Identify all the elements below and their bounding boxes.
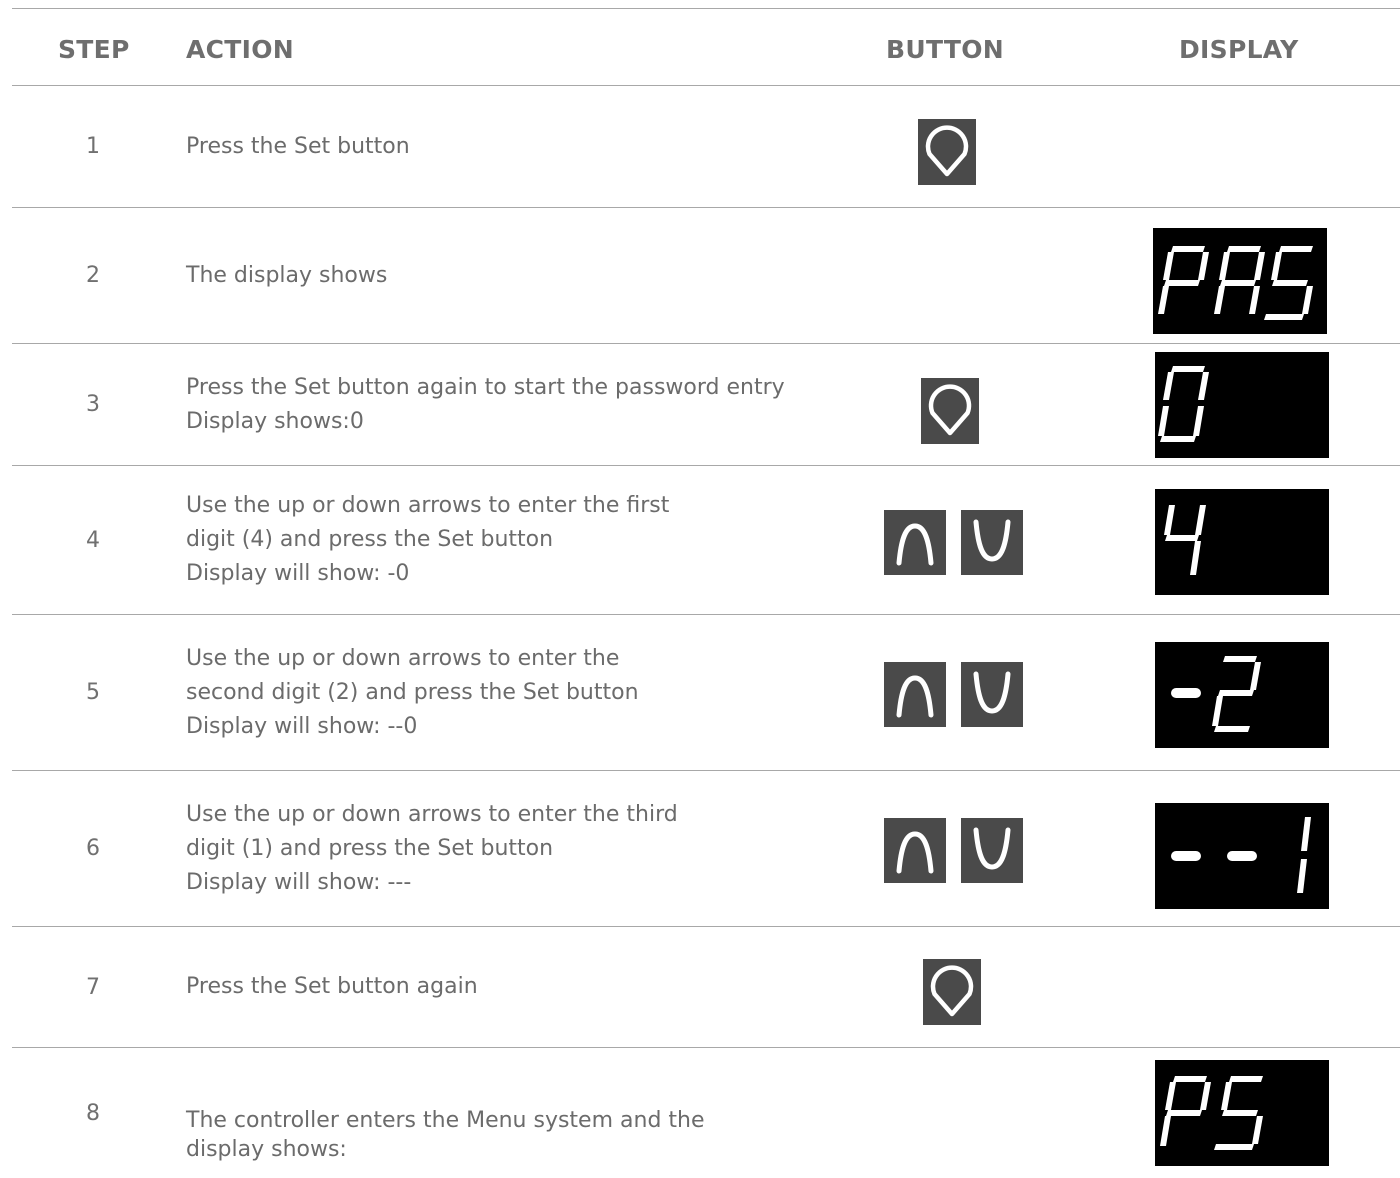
step-number: 5: [86, 680, 100, 705]
led-display-pas: [1153, 228, 1327, 334]
step-number: 6: [86, 836, 100, 861]
table-header: STEP ACTION BUTTON DISPLAY: [12, 9, 1400, 86]
step-number: 8: [86, 1100, 100, 1126]
table-row-4: 4 Use the up or down arrows to enter the…: [12, 466, 1400, 615]
set-icon: [918, 119, 976, 185]
down-arrow-icon: [961, 510, 1023, 575]
up-button[interactable]: [884, 510, 946, 575]
led-display-pas-digits: [1158, 246, 1313, 320]
set-icon: [923, 959, 981, 1025]
action-text: The controller enters the Menu system an…: [186, 1048, 866, 1178]
action-text: Press the Set button: [186, 86, 866, 207]
action-line: Use the up or down arrows to enter the t…: [186, 801, 678, 827]
action-text: Use the up or down arrows to enter the s…: [186, 615, 866, 770]
header-button: BUTTON: [886, 35, 1005, 64]
led-display-0-digits: [1158, 366, 1209, 442]
action-text: The display shows: [186, 208, 866, 343]
action-line: Display will show: --0: [186, 713, 418, 739]
step-number: 4: [86, 527, 100, 553]
set-button[interactable]: [918, 119, 976, 185]
header-display: DISPLAY: [1179, 35, 1299, 64]
table-row-2: 2 The display shows: [12, 208, 1400, 344]
up-button[interactable]: [884, 818, 946, 883]
led-display-ps: [1155, 1060, 1329, 1166]
action-line: Use the up or down arrows to enter the f…: [186, 493, 670, 518]
down-arrow-icon: [961, 818, 1023, 883]
step-number: 2: [86, 263, 100, 288]
down-button[interactable]: [961, 662, 1023, 727]
action-line: Use the up or down arrows to enter the: [186, 645, 620, 671]
led-display-minus-2-digits: [1171, 656, 1261, 732]
set-icon: [921, 378, 979, 444]
up-button[interactable]: [884, 662, 946, 727]
action-line: Press the Set button again: [186, 974, 478, 999]
table-row-8: 8 The controller enters the Menu system …: [12, 1048, 1400, 1178]
action-line: The controller enters the Menu system an…: [186, 1108, 705, 1133]
up-arrow-icon: [884, 510, 946, 575]
up-arrow-icon: [884, 818, 946, 883]
action-text: Press the Set button again: [186, 927, 866, 1047]
down-button[interactable]: [961, 510, 1023, 575]
action-line: digit (1) and press the Set button: [186, 835, 554, 861]
step-number: 1: [86, 134, 100, 159]
header-step: STEP: [58, 35, 130, 64]
action-text: Press the Set button again to start the …: [186, 344, 866, 465]
up-arrow-icon: [884, 662, 946, 727]
led-display-ps-digits: [1160, 1076, 1263, 1150]
action-text: Use the up or down arrows to enter the t…: [186, 771, 866, 926]
table-row-3: 3 Press the Set button again to start th…: [12, 344, 1400, 466]
step-number: 7: [86, 974, 100, 1000]
led-display-0: [1155, 352, 1329, 458]
action-line: display shows:: [186, 1137, 347, 1162]
table-row-1: 1 Press the Set button: [12, 86, 1400, 208]
table-row-6: 6 Use the up or down arrows to enter the…: [12, 771, 1400, 927]
step-number: 3: [86, 392, 100, 417]
action-line: Press the Set button: [186, 133, 410, 159]
led-display-4-digits: [1164, 505, 1206, 575]
set-button[interactable]: [921, 378, 979, 444]
action-text: Use the up or down arrows to enter the f…: [186, 466, 866, 614]
action-line: second digit (2) and press the Set butto…: [186, 679, 639, 705]
action-line: Display will show: -0: [186, 561, 410, 586]
led-display-minus-minus-1-digits: [1171, 817, 1311, 893]
led-display-4: [1155, 489, 1329, 595]
down-button[interactable]: [961, 818, 1023, 883]
table-row-7: 7 Press the Set button again: [12, 927, 1400, 1048]
action-line: digit (4) and press the Set button: [186, 527, 554, 552]
led-display-minus-2: [1155, 642, 1329, 748]
action-line: Display shows:0: [186, 408, 364, 434]
set-button[interactable]: [923, 959, 981, 1025]
action-line: The display shows: [186, 262, 388, 288]
led-display-minus-minus-1: [1155, 803, 1329, 909]
action-line: Display will show: ---: [186, 869, 412, 895]
header-action: ACTION: [186, 35, 295, 64]
down-arrow-icon: [961, 662, 1023, 727]
action-line: Press the Set button again to start the …: [186, 374, 785, 400]
table-row-5: 5 Use the up or down arrows to enter the…: [12, 615, 1400, 771]
